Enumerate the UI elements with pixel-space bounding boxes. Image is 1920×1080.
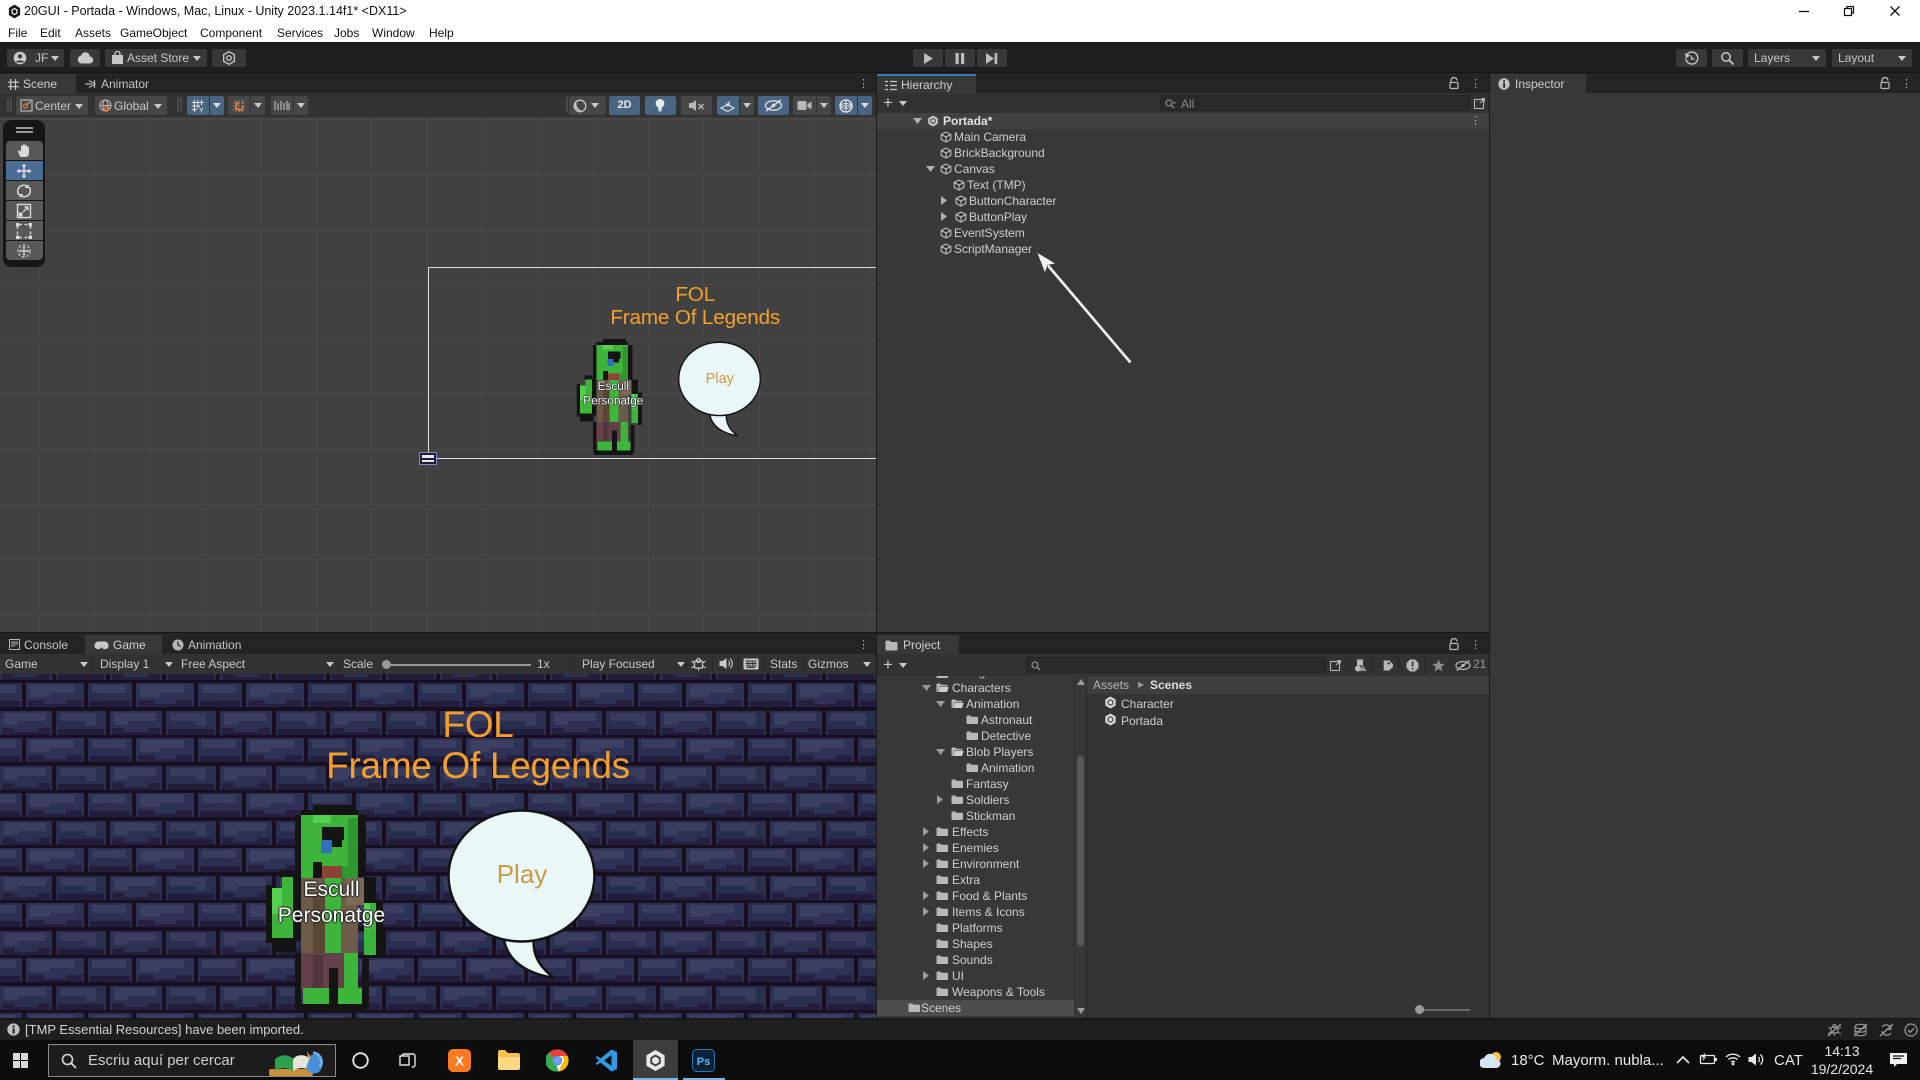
svg-text:Y: Y (199, 108, 204, 114)
svg-text:Ps: Ps (697, 1056, 710, 1068)
svg-text:X: X (455, 1054, 464, 1069)
